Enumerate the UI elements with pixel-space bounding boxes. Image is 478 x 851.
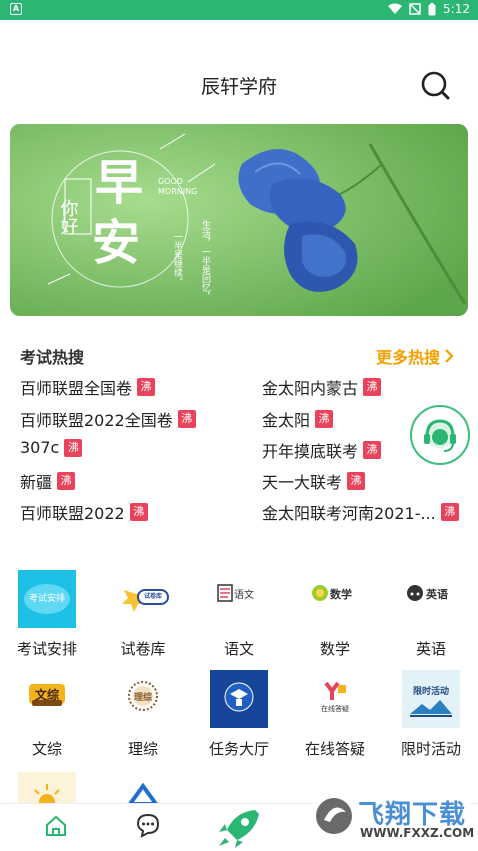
science-icon: 理综: [114, 670, 172, 728]
hot-search-item[interactable]: 新疆沸: [20, 469, 76, 493]
task-hall-icon: [210, 670, 268, 728]
grid-item-label: 在线答疑: [304, 740, 365, 758]
exam-schedule-icon: 考试安排: [18, 570, 76, 628]
watermark-logo: 飞翔下载 WWW.FXXZ.COM: [312, 792, 475, 842]
banner-good: GOOD: [158, 177, 183, 186]
hot-search-text: 金太阳: [262, 411, 311, 430]
headset-icon: [424, 419, 456, 452]
promo-banner[interactable]: 你好 早 安 GOOD MORNING 生活，一半是回忆， 一半是继续。: [10, 124, 468, 316]
hot-search-text: 百师联盟全国卷: [20, 379, 133, 398]
grid-item-chinese[interactable]: 语文 语文: [194, 570, 284, 659]
hot-search-text: 金太阳联考河南2021-...: [262, 504, 436, 523]
online-qa-icon: 在线答疑: [306, 670, 364, 728]
hot-search-text: 307c: [20, 438, 60, 457]
hot-search-item[interactable]: 开年摸底联考沸: [262, 438, 382, 462]
hot-badge: 沸: [177, 410, 196, 428]
wifi-icon: [388, 3, 403, 14]
grid-item-limited-activity[interactable]: 限时活动 限时活动: [386, 670, 476, 759]
hot-search-text: 百师联盟2022全国卷: [20, 411, 173, 430]
grid-item-label: 英语: [415, 640, 446, 658]
signal-icon: [409, 3, 421, 15]
limited-activity-icon: 限时活动: [402, 670, 460, 728]
rocket-icon[interactable]: [215, 806, 265, 851]
grid-item-label: 数学: [319, 640, 350, 658]
grid-item-paper-library[interactable]: 试卷库 试卷库: [98, 570, 188, 659]
app-notification-icon: A: [10, 3, 22, 15]
customer-service-button[interactable]: [410, 405, 470, 465]
clock: 5:12: [443, 2, 470, 16]
page-title: 辰轩学府: [200, 76, 277, 98]
grid-item-label: 语文: [223, 640, 254, 658]
home-icon[interactable]: [44, 814, 68, 838]
grid-item-online-qa[interactable]: 在线答疑 在线答疑: [290, 670, 380, 759]
banner-poem-right: 生活，一半是回忆，: [200, 219, 211, 301]
chevron-right-icon: [445, 349, 454, 363]
hot-badge: 沸: [363, 378, 382, 396]
grid-item-label: 任务大厅: [208, 740, 269, 758]
hot-badge: 沸: [315, 410, 334, 428]
grid-item-liberal-arts[interactable]: 文综 文综: [2, 670, 92, 759]
liberal-arts-icon: 文综: [18, 670, 76, 728]
hot-search-item[interactable]: 天一大联考沸: [262, 469, 366, 493]
hot-badge: 沸: [129, 503, 148, 521]
banner-greeting-small: 你好: [58, 199, 79, 236]
hot-search-item[interactable]: 百师联盟2022全国卷沸: [20, 407, 196, 431]
watermark-url: WWW.FXXZ.COM: [360, 826, 475, 840]
grid-item-label: 文综: [31, 740, 62, 758]
hot-search-item[interactable]: 307c 沸: [20, 438, 83, 457]
hot-search-text: 开年摸底联考: [262, 442, 359, 461]
sun-icon: [34, 784, 60, 804]
battery-icon: [428, 2, 436, 15]
banner-artwork: 你好 早 安 GOOD MORNING 生活，一半是回忆， 一半是继续。: [10, 124, 468, 316]
hot-search-item[interactable]: 金太阳联考河南2021-... 沸: [262, 500, 459, 524]
english-icon: 英语: [402, 570, 460, 628]
hot-search-item[interactable]: 百师联盟全国卷沸: [20, 375, 156, 399]
app-header: 辰轩学府: [0, 60, 478, 110]
hot-search-item[interactable]: 百师联盟2022 沸: [20, 500, 148, 524]
hot-badge: 沸: [137, 378, 156, 396]
grid-item-math[interactable]: 数学 数学: [290, 570, 380, 659]
grid-item-science[interactable]: 理综 理综: [98, 670, 188, 759]
hot-search-text: 百师联盟2022: [20, 504, 125, 523]
grid-item-task-hall[interactable]: 任务大厅: [194, 670, 284, 759]
grid-item-partial-1[interactable]: [18, 772, 76, 804]
banner-morning: MORNING: [158, 187, 197, 196]
status-bar: A 5:12: [0, 0, 478, 20]
more-hot-search-link[interactable]: 更多热搜: [376, 344, 454, 368]
grid-item-exam-schedule[interactable]: 考试安排 考试安排: [2, 570, 92, 659]
triangle-logo-icon: [127, 782, 159, 804]
status-icons: 5:12: [388, 2, 470, 16]
hot-search-item[interactable]: 金太阳沸: [262, 407, 334, 431]
hot-search-text: 金太阳内蒙古: [262, 379, 359, 398]
hot-search-text: 新疆: [20, 473, 53, 492]
math-icon: 数学: [306, 570, 364, 628]
hot-search-text: 天一大联考: [262, 473, 343, 492]
banner-poem-left: 一半是继续。: [172, 232, 183, 286]
hot-badge: 沸: [347, 472, 366, 490]
hot-search-title: 考试热搜: [20, 348, 85, 367]
banner-greeting-big-1: 早: [95, 155, 143, 211]
grid-item-english[interactable]: 英语 英语: [386, 570, 476, 659]
hot-badge: 沸: [440, 503, 459, 521]
grid-item-label: 限时活动: [400, 740, 461, 758]
hot-badge: 沸: [64, 438, 83, 457]
grid-item-label: 试卷库: [120, 640, 166, 658]
chinese-icon: 语文: [210, 570, 268, 628]
paper-library-icon: 试卷库: [114, 570, 172, 628]
hot-badge: 沸: [57, 472, 76, 490]
hot-badge: 沸: [363, 441, 382, 459]
grid-item-label: 考试安排: [16, 640, 77, 658]
banner-greeting-big-2: 安: [92, 215, 140, 271]
more-hot-search-label: 更多热搜: [375, 348, 440, 367]
grid-item-label: 理综: [127, 740, 158, 758]
hot-search-item[interactable]: 金太阳内蒙古沸: [262, 375, 382, 399]
search-icon[interactable]: [420, 70, 450, 100]
grid-item-partial-2[interactable]: [114, 780, 172, 804]
message-icon[interactable]: [135, 812, 161, 838]
